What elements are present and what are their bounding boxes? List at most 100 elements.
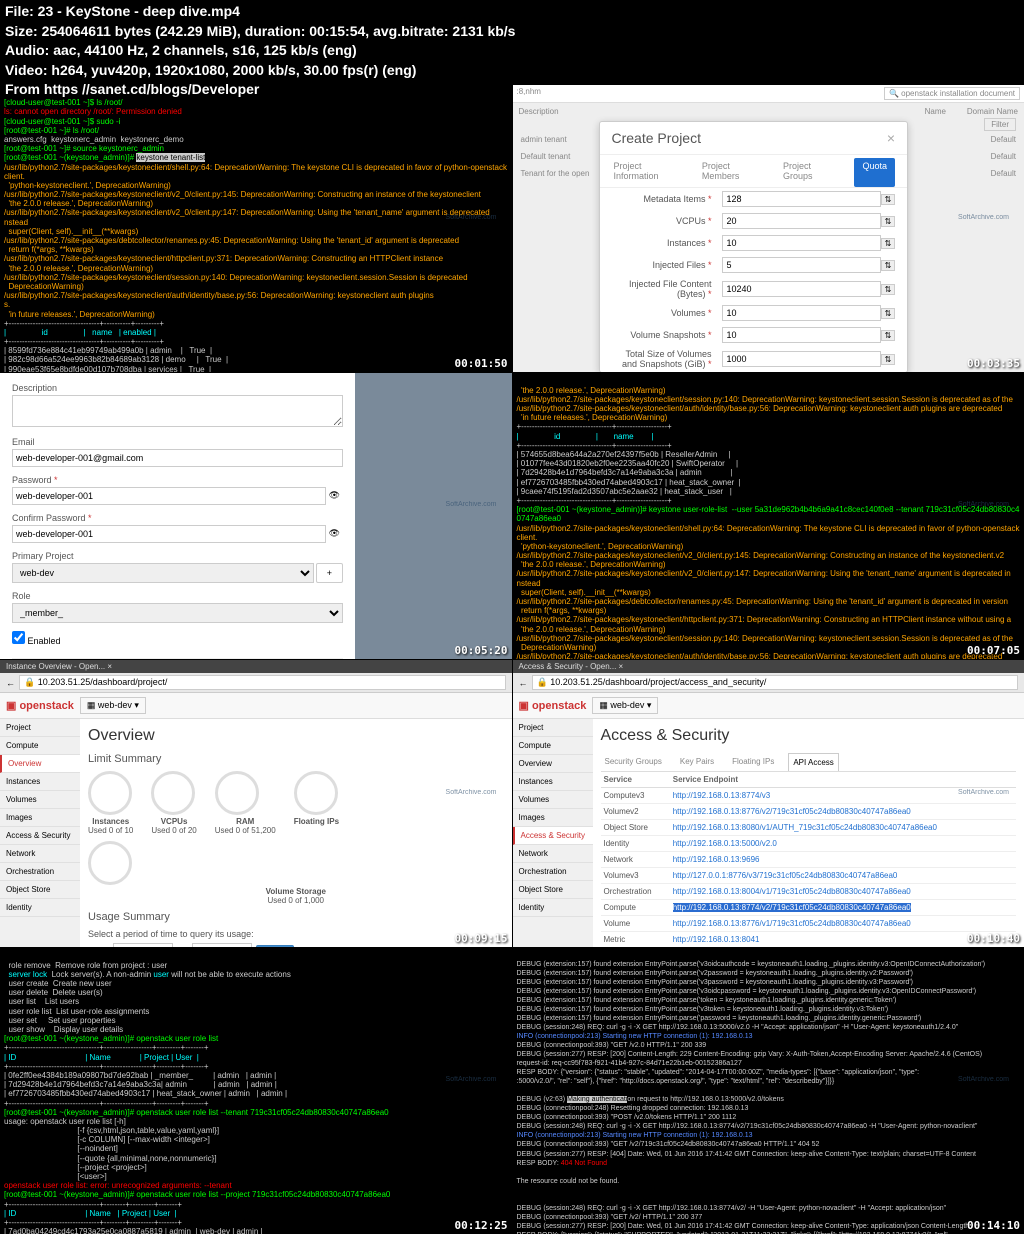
- service-name: Volume: [601, 916, 670, 932]
- quota-input[interactable]: [722, 281, 882, 297]
- quota-input[interactable]: [722, 351, 882, 367]
- stepper-icon[interactable]: ⇅: [881, 330, 895, 341]
- service-endpoint[interactable]: http://192.168.0.13:8080/v1/AUTH_719c31c…: [670, 820, 1016, 836]
- service-endpoint[interactable]: http://192.168.0.13:8774/v2/719c31cf05c2…: [670, 900, 1016, 916]
- stepper-icon[interactable]: ⇅: [881, 216, 895, 227]
- email-label: Email: [12, 437, 343, 447]
- service-endpoint[interactable]: http://192.168.0.13:8041: [670, 932, 1016, 947]
- quota-input[interactable]: [722, 213, 882, 229]
- project-dropdown[interactable]: ▦ web-dev ▾: [80, 697, 146, 714]
- stepper-icon[interactable]: ⇅: [881, 354, 895, 365]
- project-dropdown[interactable]: ▦ web-dev ▾: [592, 697, 658, 714]
- filter-button[interactable]: Filter: [984, 118, 1016, 131]
- add-project-button[interactable]: +: [316, 563, 343, 583]
- sidebar-item-identity[interactable]: Identity: [513, 899, 593, 917]
- frame-7: role remove Remove role from project : u…: [0, 948, 512, 1234]
- sidebar-item-orchestration[interactable]: Orchestration: [513, 863, 593, 881]
- sidebar-item-images[interactable]: Images: [513, 809, 593, 827]
- to-date-input[interactable]: [192, 943, 252, 947]
- eye-icon[interactable]: 👁: [326, 487, 343, 505]
- tab-project-groups[interactable]: Project Groups: [781, 155, 842, 187]
- close-icon[interactable]: ×: [887, 130, 895, 146]
- sidebar-item-project[interactable]: Project: [0, 719, 80, 737]
- url-bar[interactable]: 🔒 10.203.51.25/dashboard/project/: [19, 675, 506, 690]
- sidebar-item-instances[interactable]: Instances: [513, 773, 593, 791]
- quota-input[interactable]: [722, 327, 882, 343]
- sidebar-item-orchestration[interactable]: Orchestration: [0, 863, 80, 881]
- service-endpoint[interactable]: http://127.0.0.1:8776/v3/719c31cf05c24db…: [670, 868, 1016, 884]
- stepper-icon[interactable]: ⇅: [881, 260, 895, 271]
- service-endpoint[interactable]: http://192.168.0.13:8776/v1/719c31cf05c2…: [670, 916, 1016, 932]
- stepper-icon[interactable]: ⇅: [881, 308, 895, 319]
- enabled-checkbox[interactable]: [12, 631, 25, 644]
- sidebar-item-access-security[interactable]: Access & Security: [513, 827, 593, 845]
- video-metadata: File: 23 - KeyStone - deep dive.mp4 Size…: [5, 2, 515, 100]
- terminal: DEBUG (extension:157) found extension En…: [513, 948, 1024, 1234]
- back-icon[interactable]: ←: [519, 678, 528, 688]
- modal-title: Create Project×: [600, 122, 908, 155]
- sidebar-item-overview[interactable]: Overview: [513, 755, 593, 773]
- url-bar[interactable]: 🔒 10.203.51.25/dashboard/project/access_…: [532, 675, 1019, 690]
- service-endpoint[interactable]: http://192.168.0.13:9696: [670, 852, 1016, 868]
- api-row: Networkhttp://192.168.0.13:9696: [601, 852, 1017, 868]
- sidebar-item-object-store[interactable]: Object Store: [0, 881, 80, 899]
- quota-label: Total Size of Volumes and Snapshots (GiB…: [612, 349, 722, 369]
- quota-input[interactable]: [722, 235, 882, 251]
- back-icon[interactable]: ←: [6, 678, 15, 688]
- service-endpoint[interactable]: http://192.168.0.13:5000/v2.0: [670, 836, 1016, 852]
- sidebar-item-instances[interactable]: Instances: [0, 773, 80, 791]
- service-endpoint[interactable]: http://192.168.0.13:8004/v1/719c31cf05c2…: [670, 884, 1016, 900]
- description-input[interactable]: [12, 395, 343, 427]
- api-row: Object Storehttp://192.168.0.13:8080/v1/…: [601, 820, 1017, 836]
- quota-input[interactable]: [722, 305, 882, 321]
- sidebar-item-images[interactable]: Images: [0, 809, 80, 827]
- watermark: SoftArchive.com: [446, 789, 497, 796]
- tab-project-members[interactable]: Project Members: [700, 155, 769, 187]
- usage-circle: [215, 771, 259, 815]
- primary-project-select[interactable]: web-dev: [12, 563, 314, 583]
- quota-input[interactable]: [722, 191, 882, 207]
- browser-tab[interactable]: Access & Security - Open... ×: [513, 660, 1024, 673]
- sidebar-item-identity[interactable]: Identity: [0, 899, 80, 917]
- sidebar-item-access-security[interactable]: Access & Security: [0, 827, 80, 845]
- sidebar-item-volumes[interactable]: Volumes: [0, 791, 80, 809]
- quota-input[interactable]: [722, 257, 882, 273]
- usage-circle: [88, 771, 132, 815]
- tab-quota[interactable]: Quota: [854, 158, 895, 187]
- watermark: SoftArchive.com: [446, 501, 497, 508]
- watermark: SoftArchive.com: [958, 789, 1009, 796]
- role-select[interactable]: _member_: [12, 603, 343, 623]
- frame-3: Description Email Password *👁 Confirm Pa…: [0, 373, 512, 660]
- tab-security-groups[interactable]: Security Groups: [601, 753, 666, 771]
- sidebar-item-overview[interactable]: Overview: [0, 755, 80, 773]
- quota-label: Volumes *: [612, 308, 722, 318]
- terminal: role remove Remove role from project : u…: [0, 948, 512, 1234]
- tab-api-access[interactable]: API Access: [788, 753, 838, 771]
- tab-key-pairs[interactable]: Key Pairs: [676, 753, 718, 771]
- sidebar-item-volumes[interactable]: Volumes: [513, 791, 593, 809]
- submit-button[interactable]: Submit: [256, 945, 295, 947]
- tab-project-info[interactable]: Project Information: [612, 155, 688, 187]
- sidebar-item-object-store[interactable]: Object Store: [513, 881, 593, 899]
- stepper-icon[interactable]: ⇅: [881, 284, 895, 295]
- search-input[interactable]: 🔍 openstack installation document: [884, 87, 1020, 100]
- url-bar[interactable]: :8,nhm: [517, 87, 597, 100]
- service-endpoint[interactable]: http://192.168.0.13:8776/v2/719c31cf05c2…: [670, 804, 1016, 820]
- frame-4: 'the 2.0.0 release.', DeprecationWarning…: [513, 373, 1024, 660]
- sidebar-item-compute[interactable]: Compute: [0, 737, 80, 755]
- email-input[interactable]: [12, 449, 343, 467]
- eye-icon[interactable]: 👁: [326, 525, 343, 543]
- circle-label: VCPUsUsed 0 of 20: [151, 817, 196, 835]
- stepper-icon[interactable]: ⇅: [881, 194, 895, 205]
- browser-tab[interactable]: Instance Overview - Open... ×: [0, 660, 512, 673]
- sidebar-item-network[interactable]: Network: [0, 845, 80, 863]
- tab-floating-ips[interactable]: Floating IPs: [728, 753, 778, 771]
- sidebar-item-project[interactable]: Project: [513, 719, 593, 737]
- stepper-icon[interactable]: ⇅: [881, 238, 895, 249]
- sidebar-item-compute[interactable]: Compute: [513, 737, 593, 755]
- confirm-password-input[interactable]: [12, 525, 326, 543]
- from-date-input[interactable]: [113, 943, 173, 947]
- timestamp: 00:14:10: [967, 1219, 1020, 1232]
- password-input[interactable]: [12, 487, 326, 505]
- sidebar-item-network[interactable]: Network: [513, 845, 593, 863]
